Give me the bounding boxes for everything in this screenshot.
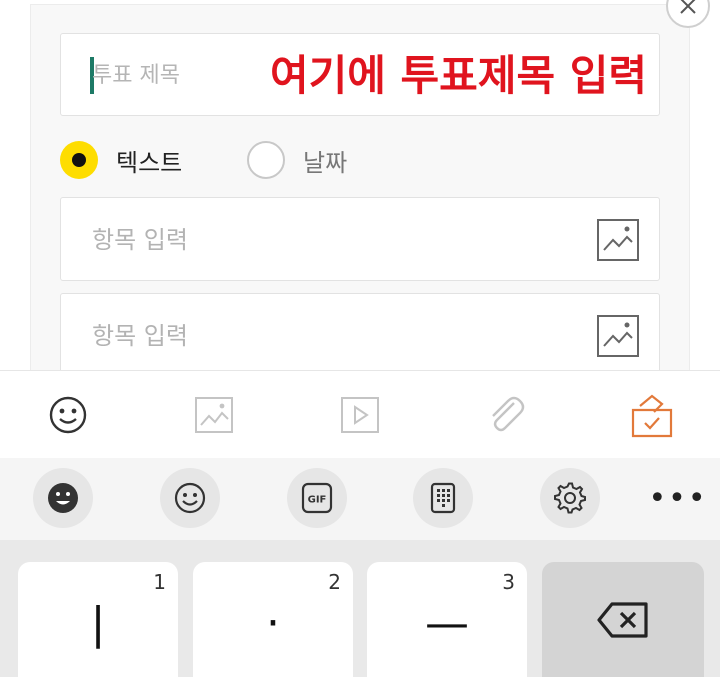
sticker-button[interactable] [33,468,93,528]
key-symbol: | [90,598,106,649]
video-icon [341,397,379,433]
poll-title-input[interactable]: 투표 제목 여기에 투표제목 입력 [60,33,660,116]
key-number: 2 [328,570,341,594]
photo-button[interactable] [188,389,240,441]
gif-icon: GIF [301,482,333,514]
image-icon[interactable] [596,218,640,262]
key-number: 3 [502,570,515,594]
file-button[interactable] [480,389,532,441]
poll-type-selector: 텍스트 날짜 [60,140,660,180]
radio-selected[interactable] [60,141,98,179]
key-1[interactable]: 1 | [18,562,178,677]
item-placeholder: 항목 입력 [92,322,188,350]
poll-item-input[interactable]: 항목 입력 [60,197,660,281]
item-placeholder: 항목 입력 [92,226,188,254]
annotation-overlay: 여기에 투표제목 입력 [270,51,648,100]
poll-composer: 투표 제목 여기에 투표제목 입력 텍스트 날짜 항목 입력 항목 입력 [0,0,720,384]
backspace-icon [597,602,648,638]
backspace-key[interactable] [542,562,704,677]
poll-button[interactable] [626,389,678,441]
more-options-button[interactable]: ••• [648,468,708,528]
close-icon [680,0,696,14]
photo-icon [195,397,233,433]
attachment-toolbar [0,370,720,458]
emoji-icon [49,396,87,434]
key-symbol: — [425,598,469,649]
paperclip-icon [492,396,525,432]
svg-text:GIF: GIF [308,495,327,506]
settings-icon [554,482,586,514]
keyboard-keys: 1 | 2 · 3 — [0,540,720,677]
radio-option-text[interactable]: 텍스트 [60,140,182,180]
key-2[interactable]: 2 · [193,562,353,677]
radio-label-date: 날짜 [303,148,348,177]
key-number: 1 [153,570,166,594]
keyboard-toolbar: GIF ••• [0,458,720,540]
emoji-icon [174,482,206,514]
video-button[interactable] [334,389,386,441]
keypad-icon [430,482,456,514]
emoji-button[interactable] [42,389,94,441]
radio-label-text: 텍스트 [116,148,183,177]
emoji-keyboard-button[interactable] [160,468,220,528]
keypad-button[interactable] [413,468,473,528]
settings-button[interactable] [540,468,600,528]
poll-item-input[interactable]: 항목 입력 [60,293,660,377]
sticker-face-icon [48,483,78,513]
poll-icon [631,394,673,438]
gif-button[interactable]: GIF [287,468,347,528]
key-symbol: · [266,598,280,649]
radio-unselected[interactable] [247,141,285,179]
image-icon[interactable] [596,314,640,358]
radio-option-date[interactable]: 날짜 [247,140,347,180]
key-3[interactable]: 3 — [367,562,527,677]
poll-title-placeholder: 투표 제목 [92,63,180,88]
